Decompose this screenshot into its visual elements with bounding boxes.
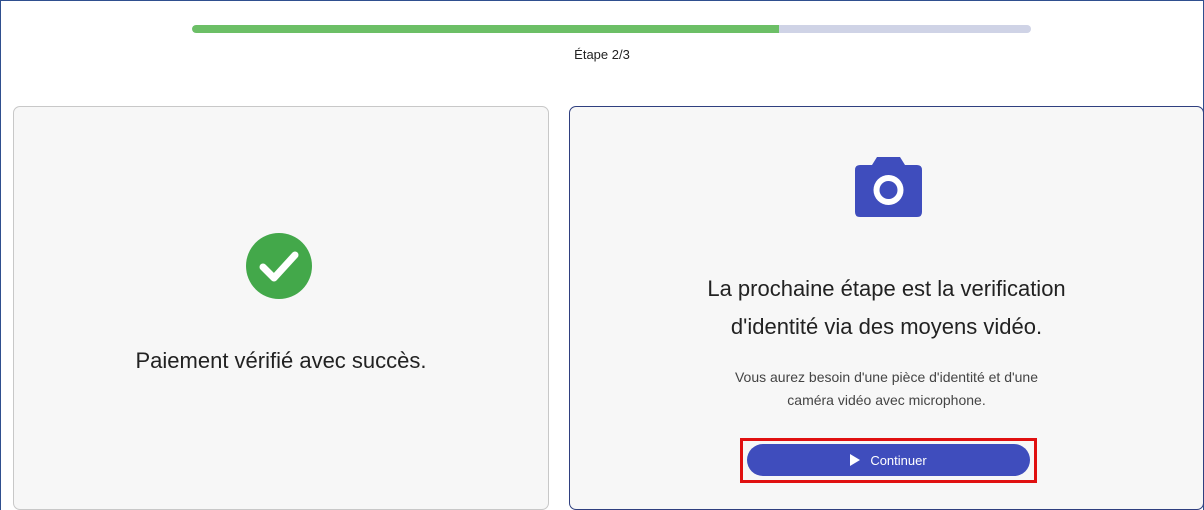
continue-button[interactable]: Continuer — [747, 444, 1030, 476]
identity-title-line-1: La prochaine étape est la verification — [707, 276, 1066, 301]
identity-requirements: Vous aurez besoin d'une pièce d'identité… — [569, 366, 1204, 412]
step-label: Étape 2/3 — [574, 47, 630, 62]
progress-bar — [192, 25, 1031, 33]
check-circle-icon — [246, 233, 312, 299]
identity-requirements-line-1: Vous aurez besoin d'une pièce d'identité… — [734, 369, 1039, 385]
play-icon — [850, 454, 861, 466]
identity-requirements-line-2: caméra vidéo avec microphone. — [787, 392, 986, 408]
identity-title-line-2: d'identité via des moyens vidéo. — [730, 314, 1043, 339]
identity-title: La prochaine étape est la verification d… — [569, 270, 1204, 346]
camera-icon — [855, 157, 922, 217]
progress-bar-fill — [192, 25, 780, 33]
continue-button-label: Continuer — [870, 452, 927, 468]
payment-status-card — [13, 106, 549, 510]
payment-success-message: Paiement vérifié avec succès. — [135, 348, 427, 373]
